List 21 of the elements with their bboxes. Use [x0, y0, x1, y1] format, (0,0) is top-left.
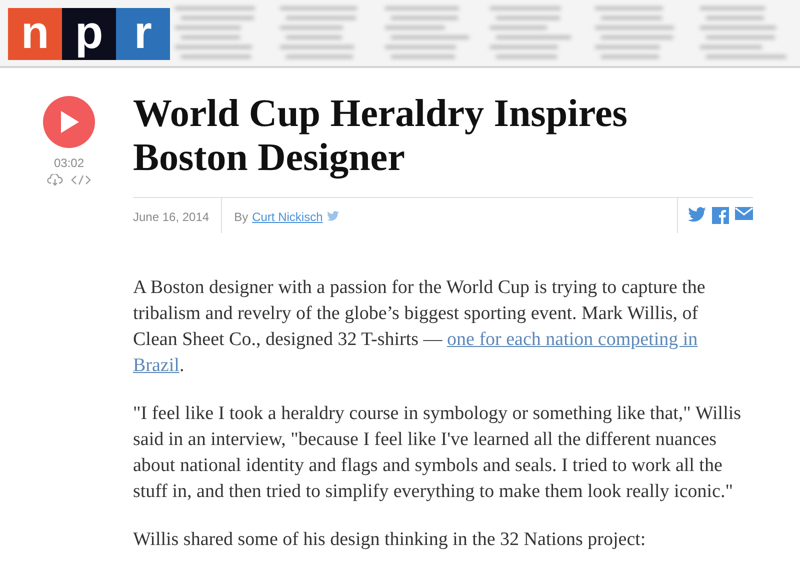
byline-label: By: [234, 209, 248, 226]
inline-link[interactable]: one for each nation competing in: [447, 329, 698, 350]
publish-date: June 16, 2014: [133, 198, 222, 233]
embed-icon[interactable]: [71, 175, 91, 185]
logo-letter: n: [8, 8, 62, 60]
email-icon[interactable]: [735, 207, 753, 220]
inline-link[interactable]: Brazil: [133, 355, 180, 376]
play-button[interactable]: [43, 96, 95, 148]
audio-duration: 03:02: [54, 155, 84, 172]
twitter-icon[interactable]: [326, 211, 339, 221]
article-title: World Cup Heraldry Inspires Boston Designer: [133, 92, 628, 180]
facebook-icon[interactable]: [712, 207, 729, 224]
article-paragraph: A Boston designer with a passion for the World Cup is trying to capture the tribalism and revelry of the globe’s biggest sporting event. Mark Willis, of Clean Sheet Co., designed 32 T-shirts — one for each nation competing in Brazil.: [133, 276, 706, 378]
logo-letter: r: [116, 8, 170, 60]
logo-letter: p: [62, 8, 116, 60]
article-paragraph: "I feel like I took a heraldry course in symbology or something like that," Willis said in an interview, "because I feel like I've learned all the different nuances about national identity and flags and symbols and seals. I tried to work all the stuff in, and then tried to simplify everything to make them look really iconic.": [133, 402, 742, 504]
article-paragraph: Willis shared some of his design thinking in the 32 Nations project:: [133, 528, 647, 552]
twitter-icon[interactable]: [688, 207, 706, 222]
download-icon[interactable]: [47, 174, 63, 186]
play-icon: [59, 111, 79, 133]
author-link[interactable]: Curt Nickisch: [252, 208, 323, 226]
